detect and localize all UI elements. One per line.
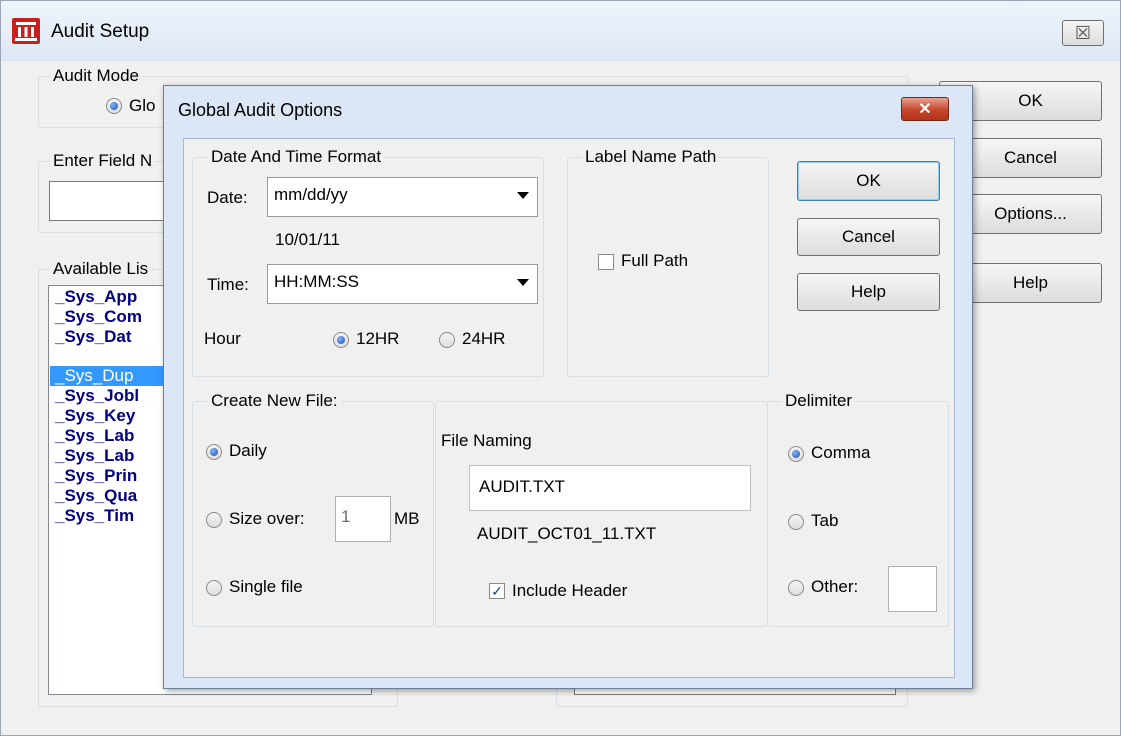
list-item[interactable]: _Sys_Jobl — [55, 386, 139, 406]
audit-mode-label: Audit Mode — [50, 66, 142, 86]
chevron-down-icon — [517, 192, 529, 199]
label-name-path-label: Label Name Path — [582, 147, 720, 167]
dialog-cancel-label: Cancel — [842, 227, 895, 246]
hour-12-radio[interactable] — [333, 332, 349, 348]
list-item[interactable]: _Sys_App — [55, 287, 137, 307]
tab-label: Tab — [811, 511, 839, 530]
dialog-help-label: Help — [851, 282, 886, 301]
size-over-value: 1 — [341, 507, 351, 526]
size-over-radio[interactable] — [206, 512, 222, 528]
chevron-down-icon — [517, 279, 529, 286]
time-label: Time: — [207, 275, 249, 294]
outer-title: Audit Setup — [51, 21, 150, 42]
other-label: Other: — [811, 577, 859, 596]
enter-field-input[interactable] — [49, 181, 179, 221]
list-item-selected[interactable]: _Sys_Dup — [55, 366, 133, 386]
outer-close-button[interactable]: ☒ — [1062, 20, 1104, 46]
hour-24-radio[interactable] — [439, 332, 455, 348]
dialog-ok-button[interactable]: OK — [797, 161, 940, 201]
tab-radio[interactable] — [788, 514, 804, 530]
list-item[interactable]: _Sys_Com — [55, 307, 142, 327]
date-format-select[interactable]: mm/dd/yy — [267, 177, 538, 217]
close-icon: ☒ — [1074, 22, 1092, 43]
time-format-select[interactable]: HH:MM:SS — [267, 264, 538, 304]
date-preview: 10/01/11 — [275, 230, 340, 249]
global-audit-options-dialog: Global Audit Options ✕ Date And Time For… — [163, 85, 973, 689]
full-path-checkbox[interactable] — [598, 254, 614, 270]
audit-mode-radio[interactable] — [106, 98, 122, 114]
dialog-close-button[interactable]: ✕ — [901, 97, 949, 121]
available-list-label: Available Lis — [50, 259, 152, 279]
dialog-ok-label: OK — [856, 171, 881, 190]
hour-12-label: 12HR — [356, 329, 400, 348]
list-item[interactable]: _Sys_Dat — [55, 327, 132, 347]
file-naming-input[interactable]: AUDIT.TXT — [469, 465, 751, 511]
close-icon: ✕ — [918, 101, 932, 118]
dialog-help-button[interactable]: Help — [797, 273, 940, 311]
dialog-body: Date And Time Format Date: mm/dd/yy 10/0… — [183, 138, 955, 678]
list-item[interactable]: _Sys_Prin — [55, 466, 137, 486]
list-item[interactable]: _Sys_Tim — [55, 506, 134, 526]
list-item[interactable]: _Sys_Qua — [55, 486, 137, 506]
date-format-value: mm/dd/yy — [274, 185, 348, 204]
other-delimiter-input[interactable] — [888, 566, 937, 612]
outer-title-bar: Audit Setup ☒ — [1, 1, 1120, 61]
list-item[interactable]: _Sys_Key — [55, 406, 135, 426]
date-time-group-label: Date And Time Format — [208, 147, 385, 167]
hour-label: Hour — [204, 329, 241, 348]
file-naming-preview: AUDIT_OCT01_11.TXT — [477, 524, 657, 543]
list-item[interactable]: _Sys_Lab — [55, 446, 134, 466]
list-item[interactable]: _Sys_Lab — [55, 426, 134, 446]
create-file-group-label: Create New File: — [208, 391, 341, 411]
single-file-radio[interactable] — [206, 580, 222, 596]
hour-24-label: 24HR — [462, 329, 506, 348]
date-label: Date: — [207, 188, 248, 207]
daily-label: Daily — [229, 441, 267, 460]
single-file-label: Single file — [229, 577, 303, 596]
app-icon — [12, 18, 40, 44]
enter-field-label: Enter Field N — [50, 151, 156, 171]
include-header-label: Include Header — [512, 581, 628, 600]
time-format-value: HH:MM:SS — [274, 272, 359, 291]
size-over-input[interactable]: 1 — [335, 496, 391, 542]
include-header-checkbox[interactable]: ✓ — [489, 583, 505, 599]
outer-cancel-label: Cancel — [1004, 148, 1057, 167]
outer-options-label: Options... — [994, 204, 1067, 223]
outer-ok-label: OK — [1018, 91, 1043, 110]
comma-label: Comma — [811, 443, 871, 462]
full-path-label: Full Path — [621, 251, 689, 270]
outer-help-label: Help — [1013, 273, 1048, 292]
dialog-title: Global Audit Options — [178, 100, 343, 120]
size-over-label: Size over: — [229, 509, 305, 528]
dialog-cancel-button[interactable]: Cancel — [797, 218, 940, 256]
file-naming-label: File Naming — [441, 431, 532, 450]
audit-mode-option-label: Glo — [129, 96, 156, 115]
delimiter-group-label: Delimiter — [782, 391, 856, 411]
file-naming-value: AUDIT.TXT — [479, 477, 565, 496]
daily-radio[interactable] — [206, 444, 222, 460]
other-radio[interactable] — [788, 580, 804, 596]
size-unit-label: MB — [394, 509, 420, 528]
comma-radio[interactable] — [788, 446, 804, 462]
